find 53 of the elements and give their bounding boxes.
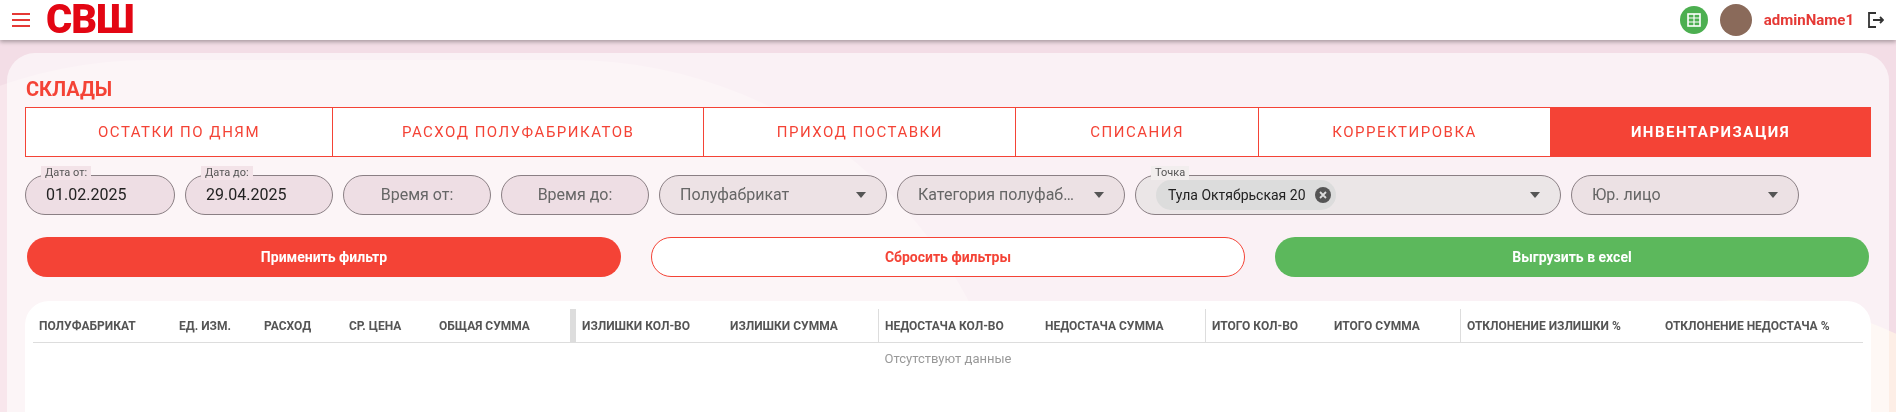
field-label: Дата до: (201, 166, 253, 180)
column-header: ИТОГО СУММА (1333, 317, 1421, 335)
field-value: 01.02.2025 (46, 184, 127, 206)
column-header: ИТОГО КОЛ-ВО (1211, 317, 1300, 335)
field-placeholder: Время до: (537, 184, 613, 206)
time-field[interactable]: Время до: (501, 175, 649, 215)
column-header: ОТКЛОНЕНИЕ ИЗЛИШКИ % (1466, 317, 1622, 335)
tab[interactable]: КОРРЕКТИРОВКА (1257, 108, 1551, 156)
column-header: ОБЩАЯ СУММА (438, 317, 531, 335)
field-label: Точка (1151, 166, 1190, 180)
tab[interactable]: РАСХОД ПОЛУФАБРИКАТОВ (332, 108, 704, 156)
tab[interactable]: ОСТАТКИ ПО ДНЯМ (26, 108, 332, 156)
field-placeholder: Полуфабрикат (680, 184, 790, 206)
field-placeholder: Время от: (380, 184, 454, 206)
spreadsheet-icon[interactable] (1679, 6, 1708, 34)
caret-icon (1768, 192, 1778, 198)
field-placeholder: Юр. лицо (1592, 184, 1661, 206)
column-header: НЕДОСТАЧА СУММА (1044, 317, 1165, 335)
action-button[interactable]: Сбросить фильтры (651, 237, 1245, 277)
caret-icon (856, 192, 866, 198)
empty-message: Отсутствуют данные (883, 350, 1013, 368)
column-header: ИЗЛИШКИ СУММА (729, 317, 839, 335)
close-icon[interactable] (1313, 186, 1332, 204)
user-name[interactable]: adminName1 (1763, 8, 1854, 32)
chip[interactable]: Тула Октябрьская 20 (1156, 180, 1336, 210)
column-header: РАСХОД (263, 317, 313, 335)
field-label: Дата от: (41, 166, 92, 180)
tab[interactable]: СПИСАНИЯ (1015, 108, 1258, 156)
time-field[interactable]: Время от: (343, 175, 491, 215)
column-resize-handle[interactable] (570, 309, 576, 342)
column-header: ЕД. ИЗМ. (178, 317, 232, 335)
column-header: СР. ЦЕНА (348, 317, 403, 335)
action-button[interactable]: Выгрузить в excel (1275, 237, 1869, 277)
select-field[interactable]: Тула Октябрьская 20 (1135, 175, 1561, 215)
select-field[interactable]: Юр. лицо (1571, 175, 1799, 215)
column-header: НЕДОСТАЧА КОЛ-ВО (884, 317, 1005, 335)
logo[interactable]: СВШ (46, 0, 134, 40)
column-header: ИЗЛИШКИ КОЛ-ВО (581, 317, 692, 335)
avatar[interactable] (1719, 4, 1752, 36)
caret-icon (1094, 192, 1104, 198)
select-field[interactable]: Полуфабрикат (659, 175, 887, 215)
column-header: ПОЛУФАБРИКАТ (38, 317, 137, 335)
logout-icon[interactable] (1866, 11, 1884, 29)
page-title: СКЛАДЫ (26, 77, 114, 101)
select-field[interactable]: Категория полуфаб… (897, 175, 1125, 215)
column-header: ОТКЛОНЕНИЕ НЕДОСТАЧА % (1664, 317, 1831, 335)
tab[interactable]: ПРИХОД ПОСТАВКИ (703, 108, 1016, 156)
field-placeholder: Категория полуфаб… (918, 184, 1074, 206)
action-button[interactable]: Применить фильтр (27, 237, 621, 277)
caret-icon (1530, 192, 1540, 198)
menu-icon[interactable] (12, 13, 30, 27)
field-value: 29.04.2025 (206, 184, 287, 206)
tab[interactable]: ИНВЕНТАРИЗАЦИЯ (1550, 108, 1870, 156)
